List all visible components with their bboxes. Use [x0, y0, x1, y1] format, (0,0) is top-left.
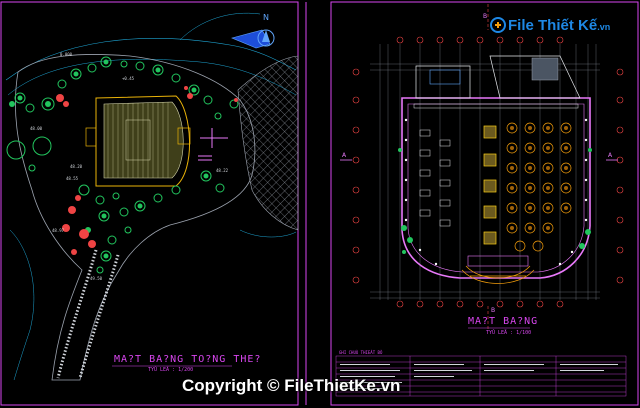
- svg-text:0.000: 0.000: [60, 52, 73, 57]
- site-plan: 0.000 +0.45 48.00 48.20 48.22 48.55 48.97 49…: [5, 12, 299, 381]
- buffet-counters: [483, 125, 497, 245]
- copyright-watermark: Copyright © FileThietKe.vn: [182, 376, 401, 395]
- legend-heading: GHI CHUÙ THIEÁT BÒ: [339, 350, 383, 355]
- floor-plan-scale: TYÛ LEÄ : 1/100: [486, 330, 532, 336]
- section-mark-a-right: A: [608, 152, 613, 159]
- svg-text:48.55: 48.55: [66, 176, 79, 181]
- section-mark-a-left: A: [342, 152, 347, 159]
- svg-text:48.00: 48.00: [30, 126, 43, 131]
- section-mark-b-top: B: [483, 13, 487, 20]
- floor-plan-title: MA?T BA?NG: [468, 316, 539, 327]
- site-logo: File Thiết Kế.vn: [508, 17, 610, 34]
- left-sheet-border: [0, 1, 299, 406]
- logo-domain: .vn: [597, 22, 611, 32]
- section-mark-b-bottom: B: [491, 307, 495, 314]
- logo-text: File Thiết Kế: [508, 17, 598, 34]
- right-sheet-border: [330, 1, 639, 406]
- svg-text:48.97: 48.97: [52, 228, 65, 233]
- site-plan-title: MA?T BA?NG TO?NG THE?: [114, 354, 262, 365]
- svg-text:+0.45: +0.45: [122, 76, 135, 81]
- svg-text:48.22: 48.22: [216, 168, 229, 173]
- north-arrow-icon: N: [231, 13, 275, 49]
- logo-icon: [490, 17, 506, 33]
- site-plan-scale: TYÛ LEÄ : 1/200: [148, 367, 194, 373]
- svg-text:49.50: 49.50: [90, 276, 103, 281]
- svg-text:48.20: 48.20: [70, 164, 83, 169]
- cad-drawing-canvas: 0.000 +0.45 48.00 48.20 48.22 48.55 48.97 49…: [0, 1, 639, 406]
- dining-tables: [506, 122, 572, 252]
- svg-text:N: N: [263, 13, 269, 22]
- floor-plan: A A B B: [340, 4, 624, 330]
